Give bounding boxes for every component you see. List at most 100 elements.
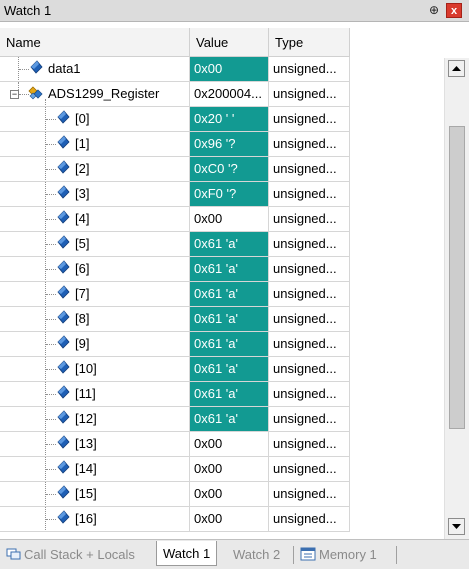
value-cell[interactable]: 0x61 'a': [190, 407, 269, 432]
watch-grid: Name Value Type data1 0x00 unsigned... − ADS…: [0, 28, 444, 539]
type-cell: unsigned...: [269, 107, 350, 132]
name-cell[interactable]: [16]: [0, 507, 190, 532]
name-cell[interactable]: [3]: [0, 182, 190, 207]
name-cell[interactable]: [12]: [0, 407, 190, 432]
watch-row[interactable]: [10] 0x61 'a' unsigned...: [0, 357, 350, 382]
bottom-tab-bar: Call Stack + Locals Watch 1 Watch 2 Memo…: [0, 539, 469, 569]
watch-row[interactable]: − ADS1299_Register 0x200004... unsigned...: [0, 82, 350, 107]
tab-call-stack-locals[interactable]: Call Stack + Locals: [6, 544, 135, 566]
name-cell[interactable]: [9]: [0, 332, 190, 357]
name-cell[interactable]: [15]: [0, 482, 190, 507]
watch-row[interactable]: [14] 0x00 unsigned...: [0, 457, 350, 482]
close-icon[interactable]: x: [446, 3, 462, 18]
variable-name: [1]: [75, 136, 90, 151]
watch-row[interactable]: [8] 0x61 'a' unsigned...: [0, 307, 350, 332]
value-cell[interactable]: 0x61 'a': [190, 307, 269, 332]
variable-icon: [57, 435, 70, 449]
variable-icon: [57, 235, 70, 249]
value-cell[interactable]: 0x00: [190, 457, 269, 482]
watch-row[interactable]: [3] 0xF0 '? unsigned...: [0, 182, 350, 207]
value-cell[interactable]: 0x00: [190, 432, 269, 457]
column-header-value[interactable]: Value: [190, 28, 269, 57]
type-cell: unsigned...: [269, 307, 350, 332]
value-cell[interactable]: 0xC0 '?: [190, 157, 269, 182]
scroll-up-icon[interactable]: [448, 60, 465, 77]
value-cell[interactable]: 0x20 ' ': [190, 107, 269, 132]
name-cell[interactable]: [7]: [0, 282, 190, 307]
value-cell[interactable]: 0x61 'a': [190, 257, 269, 282]
name-cell[interactable]: [13]: [0, 432, 190, 457]
watch-row[interactable]: [16] 0x00 unsigned...: [0, 507, 350, 532]
tab-separator: [293, 546, 294, 564]
name-cell[interactable]: [2]: [0, 157, 190, 182]
watch-row[interactable]: [5] 0x61 'a' unsigned...: [0, 232, 350, 257]
variable-name: [7]: [75, 286, 90, 301]
variable-name: [11]: [75, 386, 96, 401]
watch-row[interactable]: [6] 0x61 'a' unsigned...: [0, 257, 350, 282]
watch-row[interactable]: [7] 0x61 'a' unsigned...: [0, 282, 350, 307]
value-cell[interactable]: 0x61 'a': [190, 282, 269, 307]
watch-row[interactable]: [0] 0x20 ' ' unsigned...: [0, 107, 350, 132]
value-cell[interactable]: 0x00: [190, 57, 269, 82]
variable-icon: [57, 185, 70, 199]
name-cell[interactable]: [10]: [0, 357, 190, 382]
value-cell[interactable]: 0x61 'a': [190, 357, 269, 382]
variable-name: [14]: [75, 461, 97, 476]
variable-icon: [57, 460, 70, 474]
column-header-name[interactable]: Name: [0, 28, 190, 57]
watch-row[interactable]: [13] 0x00 unsigned...: [0, 432, 350, 457]
variable-name: data1: [48, 61, 81, 76]
pin-icon[interactable]: ⊕: [426, 2, 442, 18]
type-cell: unsigned...: [269, 457, 350, 482]
name-cell[interactable]: [14]: [0, 457, 190, 482]
column-header-type[interactable]: Type: [269, 28, 350, 57]
collapse-icon[interactable]: −: [10, 90, 19, 99]
name-cell[interactable]: [0]: [0, 107, 190, 132]
variable-icon: [57, 485, 70, 499]
watch-row[interactable]: data1 0x00 unsigned...: [0, 57, 350, 82]
variable-name: ADS1299_Register: [48, 86, 160, 101]
name-cell[interactable]: data1: [0, 57, 190, 82]
value-cell[interactable]: 0x00: [190, 207, 269, 232]
variable-icon: [30, 60, 43, 74]
tab-watch-2[interactable]: Watch 2: [233, 544, 280, 566]
watch-row[interactable]: [4] 0x00 unsigned...: [0, 207, 350, 232]
value-cell[interactable]: 0x00: [190, 482, 269, 507]
watch-row[interactable]: [2] 0xC0 '? unsigned...: [0, 157, 350, 182]
variable-name: [15]: [75, 486, 97, 501]
type-cell: unsigned...: [269, 282, 350, 307]
title-bar: Watch 1 ⊕ x: [0, 0, 469, 22]
watch-row[interactable]: [1] 0x96 '? unsigned...: [0, 132, 350, 157]
value-cell[interactable]: 0x96 '?: [190, 132, 269, 157]
type-cell: unsigned...: [269, 82, 350, 107]
variable-name: [9]: [75, 336, 90, 351]
variable-name: [6]: [75, 261, 90, 276]
variable-icon: [57, 285, 70, 299]
variable-name: [8]: [75, 311, 90, 326]
name-cell[interactable]: [1]: [0, 132, 190, 157]
value-cell[interactable]: 0x200004...: [190, 82, 269, 107]
watch-row[interactable]: [15] 0x00 unsigned...: [0, 482, 350, 507]
name-cell[interactable]: − ADS1299_Register: [0, 82, 190, 107]
watch-row[interactable]: [9] 0x61 'a' unsigned...: [0, 332, 350, 357]
watch-row[interactable]: [11] 0x61 'a' unsigned...: [0, 382, 350, 407]
name-cell[interactable]: [5]: [0, 232, 190, 257]
value-cell[interactable]: 0x61 'a': [190, 382, 269, 407]
type-cell: unsigned...: [269, 232, 350, 257]
name-cell[interactable]: [6]: [0, 257, 190, 282]
value-cell[interactable]: 0x61 'a': [190, 332, 269, 357]
value-cell[interactable]: 0x00: [190, 507, 269, 532]
name-cell[interactable]: [8]: [0, 307, 190, 332]
value-cell[interactable]: 0x61 'a': [190, 232, 269, 257]
variable-icon: [57, 335, 70, 349]
tab-memory-1[interactable]: Memory 1: [300, 544, 377, 566]
call-stack-icon: [6, 548, 21, 560]
tab-watch-1[interactable]: Watch 1: [156, 541, 218, 566]
watch-row[interactable]: [12] 0x61 'a' unsigned...: [0, 407, 350, 432]
value-cell[interactable]: 0xF0 '?: [190, 182, 269, 207]
scroll-thumb[interactable]: [449, 126, 465, 429]
vertical-scrollbar[interactable]: [444, 58, 469, 539]
name-cell[interactable]: [4]: [0, 207, 190, 232]
scroll-down-icon[interactable]: [448, 518, 465, 535]
name-cell[interactable]: [11]: [0, 382, 190, 407]
